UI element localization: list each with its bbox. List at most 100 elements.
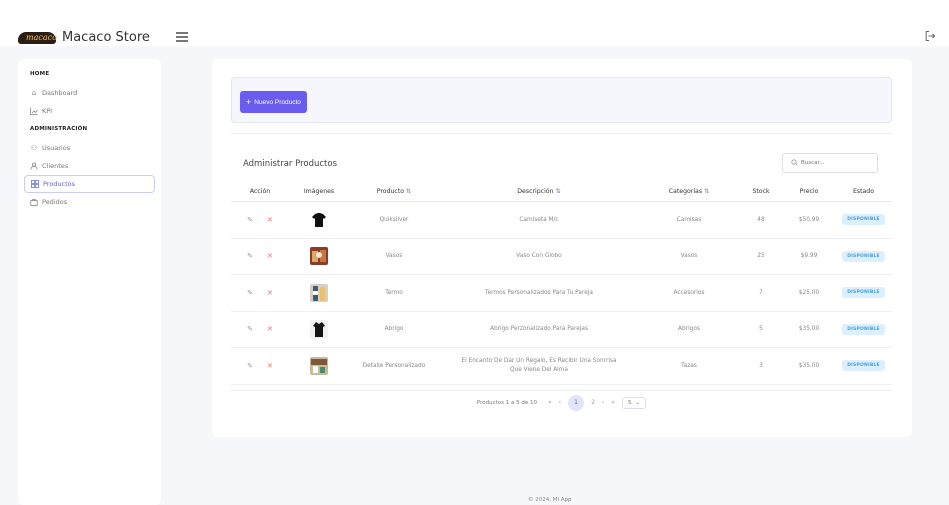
- status-badge: DISPONIBLE: [842, 250, 885, 262]
- new-product-label: Nuevo Producto: [254, 98, 301, 106]
- sidebar-item-label: Productos: [43, 180, 76, 188]
- top-bar: macaco Macaco Store: [0, 0, 949, 46]
- cell-producto: Detalle Personalizado: [362, 362, 426, 369]
- sort-icon: ⇅: [704, 188, 710, 195]
- cell-producto: Abrigo: [384, 326, 404, 333]
- table-row: ✎ ✕ Termo Termos Personalizados Para Tu P…: [231, 275, 892, 312]
- cell-producto: Termo: [385, 289, 403, 296]
- search-box[interactable]: [782, 153, 878, 173]
- cell-precio: $50.99: [798, 216, 820, 223]
- new-product-button[interactable]: + Nuevo Producto: [240, 91, 307, 113]
- cell-stock: 3: [759, 362, 763, 369]
- table-header: Acción Imágenes Producto ⇅ Descripción ⇅ C…: [231, 182, 892, 202]
- delete-icon[interactable]: ✕: [267, 362, 273, 370]
- sidebar-item-productos[interactable]: Productos: [24, 175, 155, 193]
- delete-icon[interactable]: ✕: [267, 216, 273, 224]
- sort-icon: ⇅: [406, 188, 412, 195]
- cell-categoria: Vasos: [680, 253, 698, 260]
- main-panel: + Nuevo Producto Administrar Productos A…: [212, 59, 912, 437]
- col-producto[interactable]: Producto ⇅: [349, 188, 439, 195]
- cell-precio: $9.99: [800, 253, 818, 260]
- edit-icon[interactable]: ✎: [247, 325, 253, 333]
- sidebar: HOME ⌂ Dashboard KPI ADMINISTRACIÓN ⚇ Us…: [18, 59, 161, 505]
- cell-stock: 5: [759, 326, 763, 333]
- last-page-button[interactable]: »: [611, 399, 615, 406]
- chevron-down-icon: ⌄: [635, 399, 641, 406]
- sort-icon: ⇅: [555, 188, 561, 195]
- product-image: [310, 320, 328, 339]
- cell-precio: $35.00: [798, 362, 820, 369]
- col-categorias[interactable]: Categorías ⇅: [639, 188, 739, 195]
- edit-icon[interactable]: ✎: [247, 252, 253, 260]
- status-badge: DISPONIBLE: [842, 287, 885, 299]
- grid-icon: [31, 180, 39, 188]
- home-icon: ⌂: [31, 89, 37, 97]
- delete-icon[interactable]: ✕: [267, 325, 273, 333]
- delete-icon[interactable]: ✕: [267, 289, 273, 297]
- user-icon: [30, 162, 38, 170]
- sidebar-item-usuarios[interactable]: ⚇ Usuarios: [24, 139, 155, 157]
- sidebar-item-kpi[interactable]: KPI: [24, 102, 155, 120]
- col-precio: Precio: [799, 188, 819, 195]
- next-page-button[interactable]: ›: [602, 399, 604, 406]
- col-stock: Stock: [752, 188, 770, 195]
- edit-icon[interactable]: ✎: [247, 216, 253, 224]
- page-2-button[interactable]: 2: [591, 399, 595, 406]
- search-icon: [791, 158, 798, 168]
- col-accion: Acción: [249, 188, 271, 195]
- paginator: Productos 1 a 5 de 10 « ‹ 1 2 › » 5 ⌄: [231, 390, 892, 414]
- table-row: ✎ ✕ Vasos Vaso Con Globo Vasos 25 $9.99 D…: [231, 239, 892, 275]
- table-row: ✎ ✕ Quiksilver Camiseta M/c Camisas 48 $5…: [231, 202, 892, 239]
- menu-toggle-icon[interactable]: [176, 32, 188, 42]
- first-page-button[interactable]: «: [548, 399, 552, 406]
- status-badge: DISPONIBLE: [842, 323, 885, 335]
- cell-descripcion: Vaso Con Globo: [516, 253, 562, 260]
- sidebar-section-admin: ADMINISTRACIÓN: [30, 126, 88, 132]
- brand-logo: macaco: [18, 31, 57, 44]
- products-table: Administrar Productos Acción Imágenes Pr…: [231, 133, 892, 413]
- cell-descripcion: Abrigo Perzonalizado Para Parejas: [489, 326, 588, 333]
- product-image: [310, 283, 328, 302]
- sidebar-item-label: KPI: [42, 107, 53, 115]
- plus-icon: +: [246, 97, 252, 107]
- sidebar-item-pedidos[interactable]: Pedidos: [24, 193, 155, 211]
- cell-precio: $25.00: [798, 289, 820, 296]
- users-icon: ⚇: [30, 144, 38, 152]
- cell-categoria: Abrigos: [678, 326, 700, 333]
- sidebar-item-label: Clientes: [42, 162, 69, 170]
- search-input[interactable]: [801, 160, 871, 166]
- col-estado: Estado: [852, 188, 875, 195]
- cell-producto: Quiksilver: [379, 216, 409, 223]
- table-title: Administrar Productos: [243, 159, 338, 169]
- pager-info: Productos 1 a 5 de 10: [476, 399, 537, 406]
- logout-icon[interactable]: [924, 30, 938, 44]
- edit-icon[interactable]: ✎: [247, 362, 253, 370]
- prev-page-button[interactable]: ‹: [559, 399, 561, 406]
- sidebar-item-dashboard[interactable]: ⌂ Dashboard: [24, 84, 155, 102]
- sidebar-item-clientes[interactable]: Clientes: [24, 157, 155, 175]
- sidebar-section-home: HOME: [30, 71, 50, 77]
- delete-icon[interactable]: ✕: [267, 252, 273, 260]
- page-1-button[interactable]: 1: [568, 394, 585, 411]
- cell-categoria: Tazas: [681, 362, 697, 369]
- col-imagenes: Imágenes: [303, 188, 335, 195]
- cell-stock: 7: [759, 289, 763, 296]
- chart-icon: [30, 107, 38, 115]
- product-image: [312, 212, 326, 227]
- cell-categoria: Accesorios: [673, 289, 705, 296]
- rows-per-page-select[interactable]: 5 ⌄: [621, 396, 647, 409]
- status-badge: DISPONIBLE: [842, 360, 885, 372]
- cell-descripcion: Camiseta M/c: [519, 216, 559, 223]
- col-descripcion[interactable]: Descripción ⇅: [439, 188, 639, 195]
- cell-stock: 25: [757, 253, 765, 260]
- table-row: ✎ ✕ Abrigo Abrigo Perzonalizado Para Pare…: [231, 312, 892, 348]
- product-image: [310, 356, 328, 375]
- edit-icon[interactable]: ✎: [247, 289, 253, 297]
- sidebar-item-label: Usuarios: [42, 144, 71, 152]
- table-row: ✎ ✕ Detalle Personalizado El Encanto De D…: [231, 348, 892, 385]
- footer: © 2024, Mi App: [528, 497, 572, 503]
- product-image: [310, 247, 328, 266]
- brand[interactable]: macaco Macaco Store: [18, 30, 150, 45]
- cell-stock: 48: [757, 216, 765, 223]
- status-badge: DISPONIBLE: [842, 214, 885, 226]
